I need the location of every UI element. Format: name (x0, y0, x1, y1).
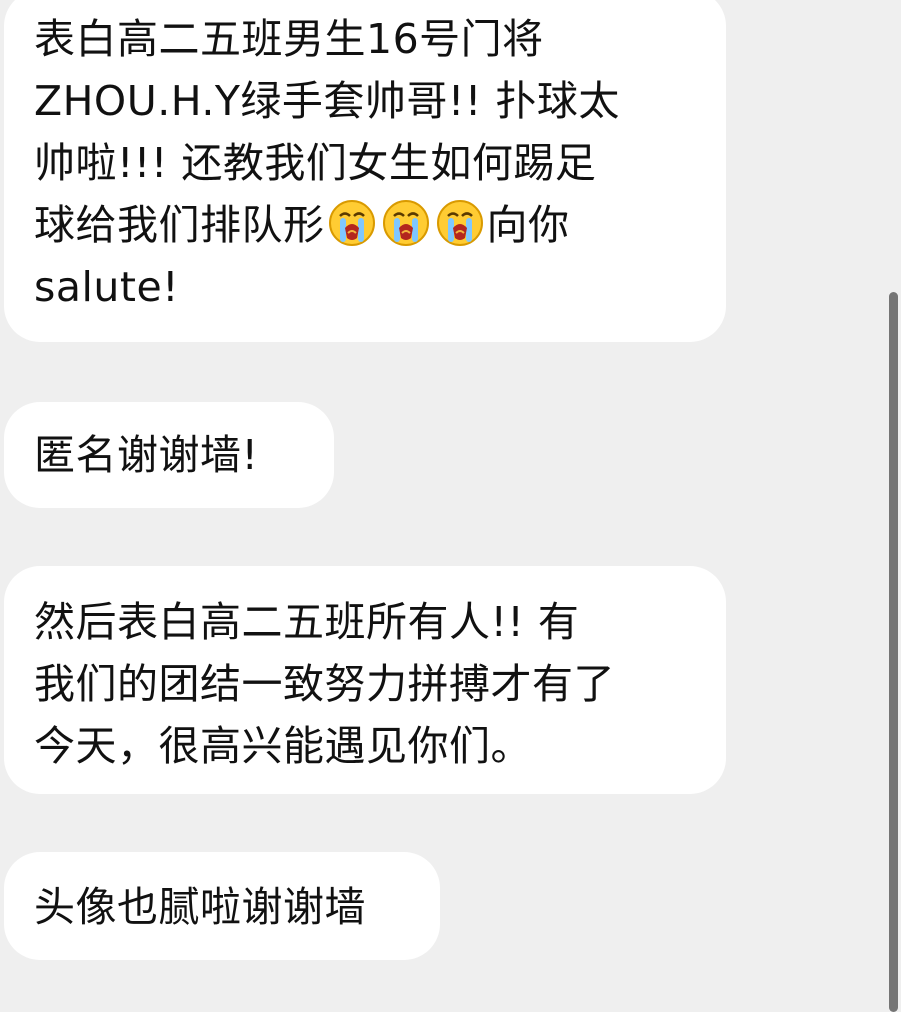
message-text: 球给我们排队形 (34, 201, 325, 249)
message-line: 匿名谢谢墙! (34, 431, 259, 479)
message-line: 头像也腻啦谢谢墙 (34, 883, 366, 931)
message-bubble[interactable]: 表白高二五班男生16号门将 ZHOU.H.Y绿手套帅哥!! 扑球太 帅啦!!! … (4, 0, 726, 342)
crying-face-icon (434, 197, 486, 249)
message-line: 帅啦!!! 还教我们女生如何踢足 (34, 139, 597, 187)
message-line: salute! (34, 263, 180, 311)
chat-view: 表白高二五班男生16号门将 ZHOU.H.Y绿手套帅哥!! 扑球太 帅啦!!! … (0, 0, 901, 1012)
message-bubble[interactable]: 头像也腻啦谢谢墙 (4, 852, 440, 960)
message-line: 然后表白高二五班所有人!! 有 (34, 598, 580, 646)
crying-face-icon (380, 197, 432, 249)
message-line: 今天，很高兴能遇见你们。 (34, 722, 532, 770)
message-line: 表白高二五班男生16号门将 (34, 15, 544, 63)
message-text: 向你 (486, 201, 570, 249)
vertical-scrollbar[interactable] (889, 292, 898, 1012)
message-line: ZHOU.H.Y绿手套帅哥!! 扑球太 (34, 77, 620, 125)
message-line-with-emoji: 球给我们排队形 向你 (34, 194, 696, 256)
crying-face-icon (326, 197, 378, 249)
message-bubble[interactable]: 匿名谢谢墙! (4, 402, 334, 508)
message-bubble[interactable]: 然后表白高二五班所有人!! 有 我们的团结一致努力拼搏才有了 今天，很高兴能遇见… (4, 566, 726, 794)
message-line: 我们的团结一致努力拼搏才有了 (34, 660, 615, 708)
